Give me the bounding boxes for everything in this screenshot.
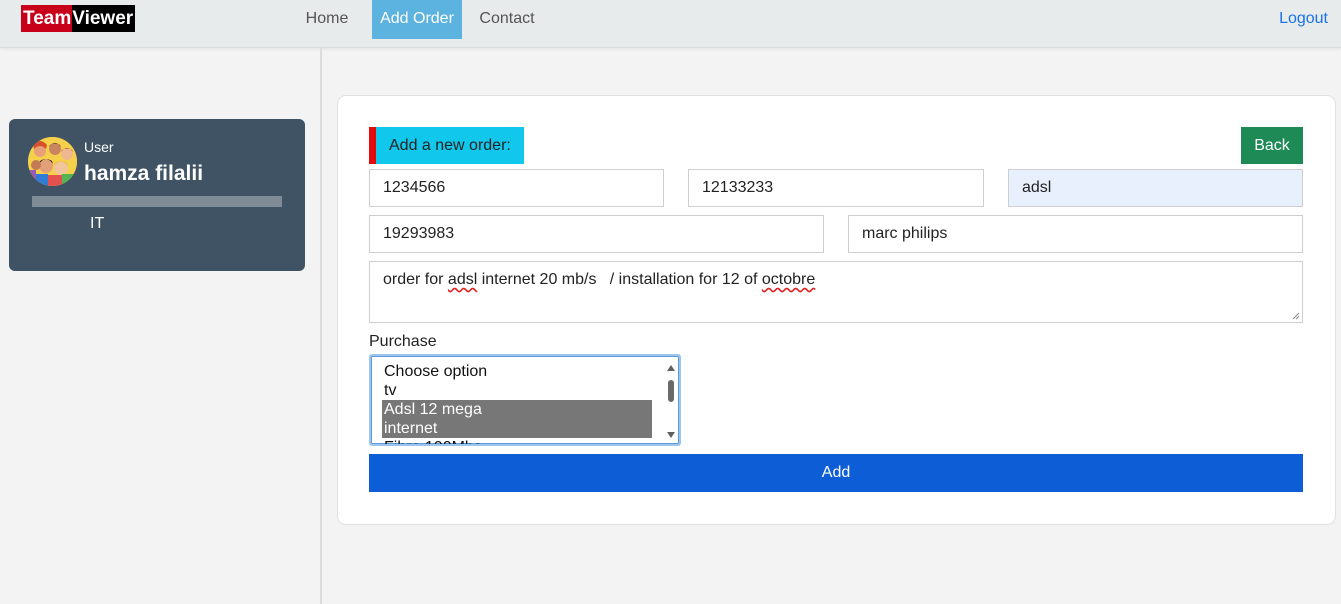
logo-text-viewer: Viewer bbox=[72, 5, 136, 32]
logo-text-team: Team bbox=[21, 5, 73, 32]
purchase-option[interactable]: tv bbox=[384, 381, 396, 400]
user-role-label: User bbox=[84, 139, 114, 155]
order-field-1[interactable]: 1234566 bbox=[369, 169, 664, 207]
user-department: IT bbox=[90, 215, 105, 232]
order-field-4[interactable]: 19293983 bbox=[369, 215, 824, 253]
order-field-2[interactable]: 12133233 bbox=[688, 169, 984, 207]
scroll-up-icon bbox=[667, 365, 675, 371]
order-description-textarea[interactable]: order for adsl internet 20 mb/s / instal… bbox=[369, 261, 1303, 323]
purchase-select[interactable]: Choose option tv Adsl 12 mega internet F… bbox=[369, 354, 681, 446]
description-text: internet 20 mb/s / installation for 12 o… bbox=[477, 271, 762, 288]
purchase-option[interactable]: Adsl 12 mega bbox=[382, 400, 652, 419]
description-text: adsl bbox=[447, 271, 478, 288]
people-group-icon bbox=[28, 137, 77, 186]
purchase-label: Purchase bbox=[369, 333, 437, 350]
add-order-button[interactable]: Add bbox=[369, 454, 1303, 492]
sidebar-divider bbox=[320, 48, 322, 604]
purchase-option[interactable]: Fibre 100Mbs bbox=[384, 438, 482, 444]
top-navbar: Team Viewer Home Add Order Contact Logout bbox=[0, 0, 1341, 48]
form-heading: Add a new order: bbox=[369, 127, 524, 164]
teamviewer-logo[interactable]: Team Viewer bbox=[21, 5, 136, 32]
order-field-3[interactable]: adsl bbox=[1008, 169, 1303, 207]
user-profile-card: User hamza filalii IT bbox=[9, 119, 305, 271]
nav-home-link[interactable]: Home bbox=[300, 0, 354, 39]
description-text: octobre bbox=[761, 271, 816, 288]
resize-grip-icon[interactable] bbox=[1292, 312, 1300, 320]
user-divider-bar bbox=[32, 196, 282, 207]
logout-link[interactable]: Logout bbox=[1279, 0, 1328, 37]
nav-contact-link[interactable]: Contact bbox=[474, 0, 540, 39]
user-name: hamza filalii bbox=[84, 162, 204, 185]
purchase-option[interactable]: internet bbox=[382, 419, 652, 438]
back-button[interactable]: Back bbox=[1241, 127, 1303, 164]
scroll-down-icon bbox=[667, 432, 675, 438]
scroll-thumb bbox=[668, 380, 674, 402]
avatar bbox=[28, 137, 77, 186]
nav-add-order-link[interactable]: Add Order bbox=[372, 0, 462, 39]
listbox-scrollbar[interactable] bbox=[665, 360, 677, 442]
description-text: order for bbox=[383, 271, 448, 288]
client-name-field[interactable]: marc philips bbox=[848, 215, 1303, 253]
purchase-option[interactable]: Choose option bbox=[384, 362, 487, 381]
